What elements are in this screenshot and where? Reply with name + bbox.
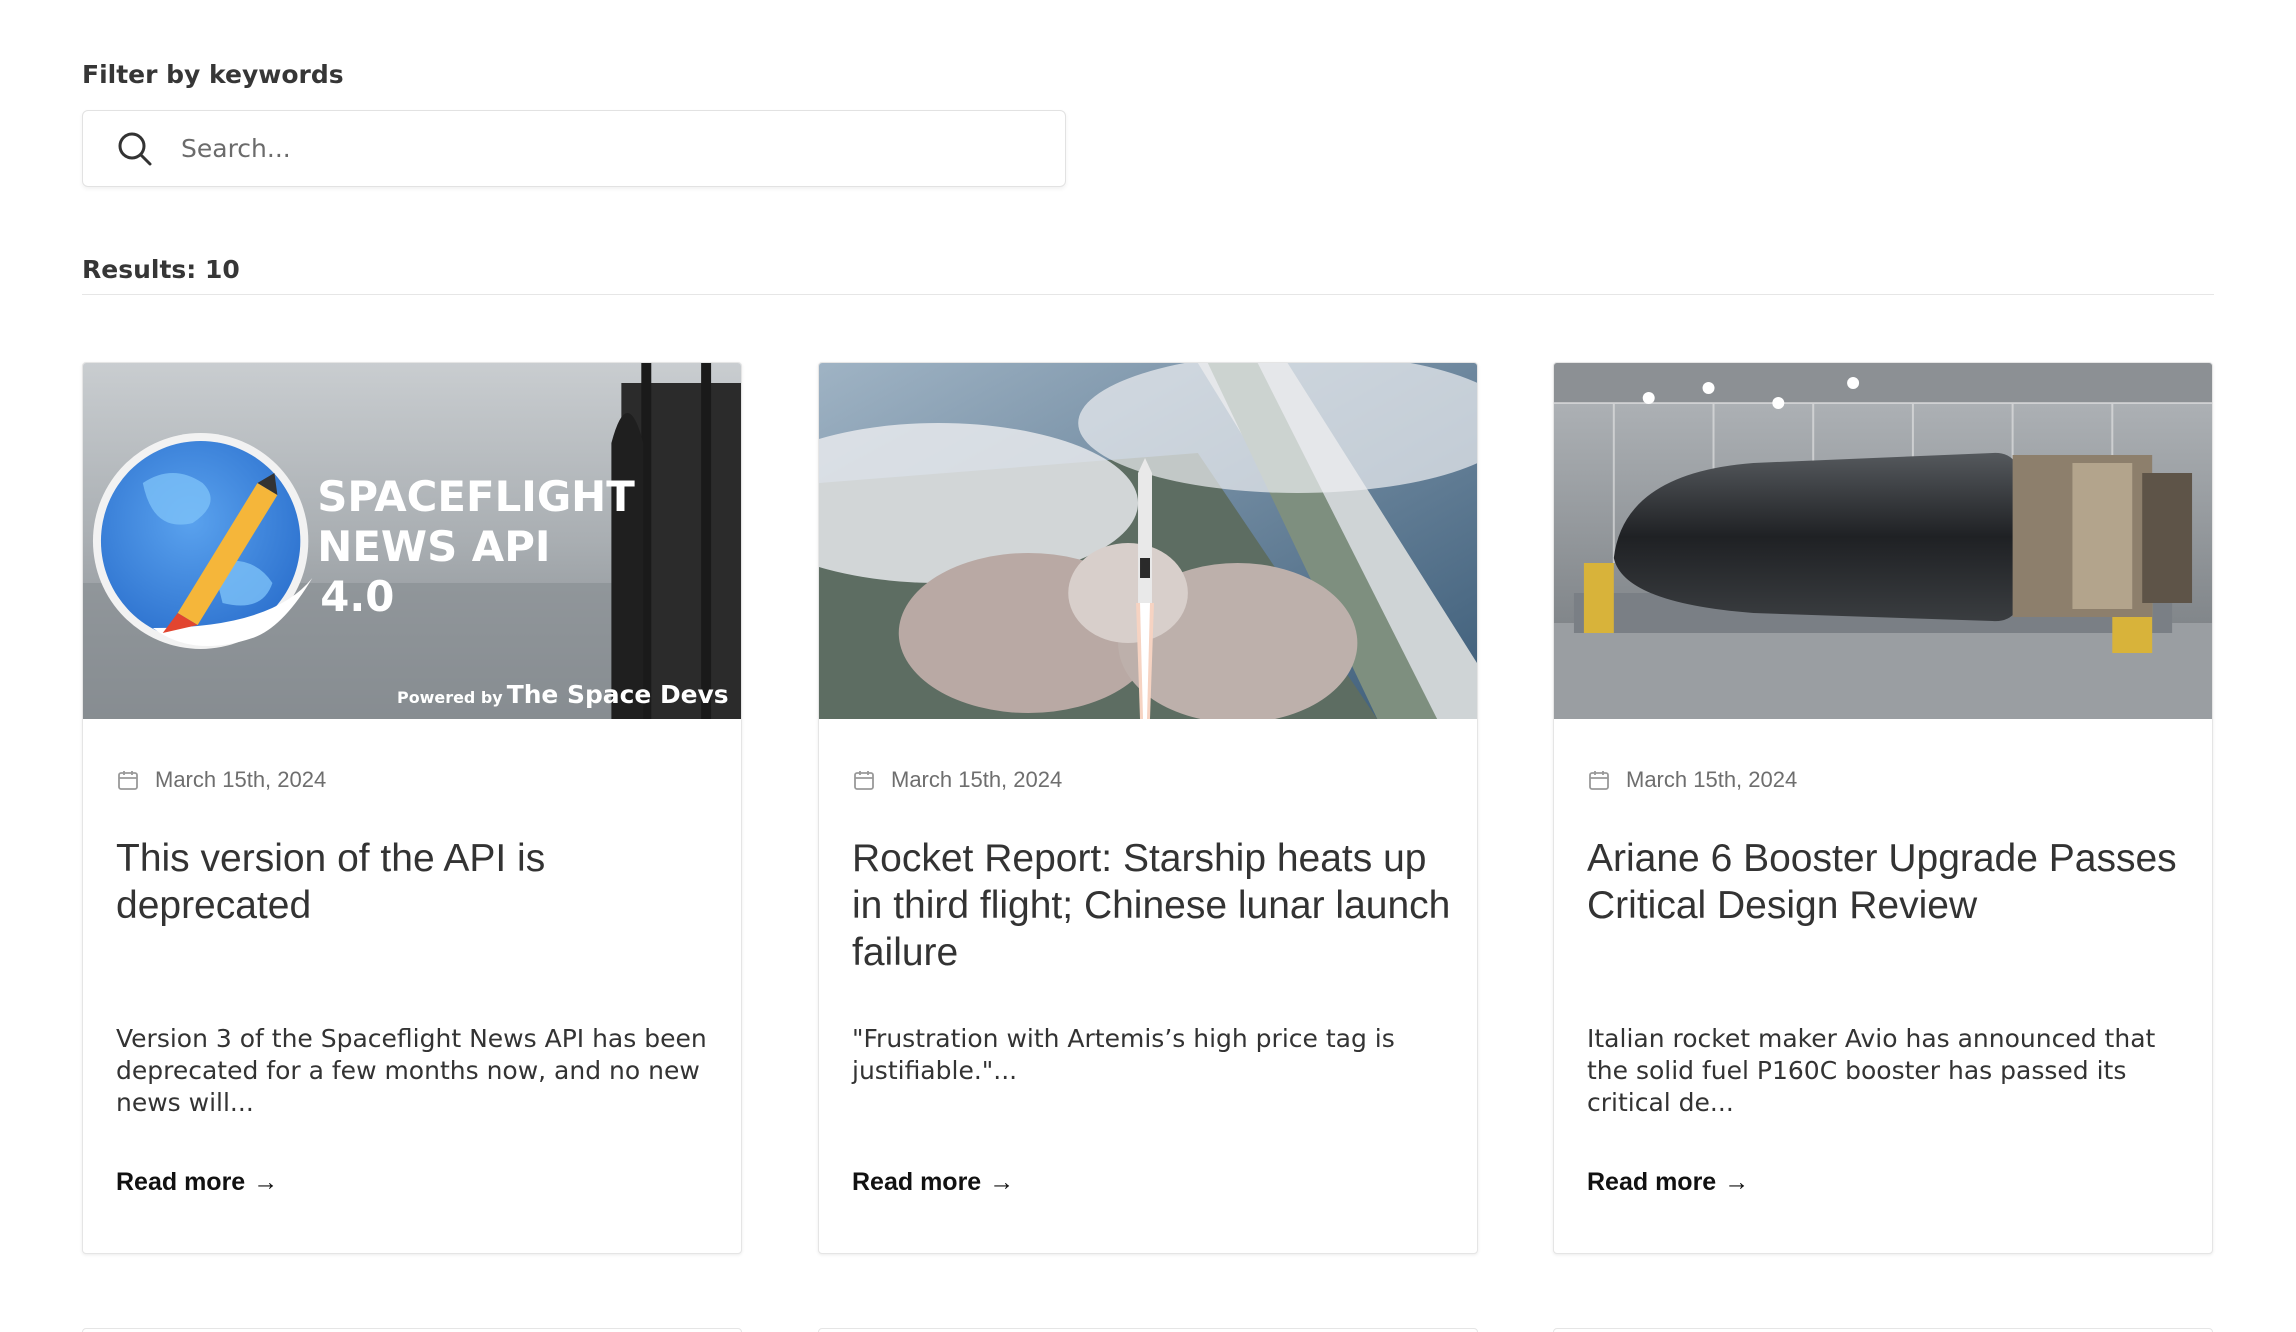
article-title[interactable]: Ariane 6 Booster Upgrade Passes Critical… [1587,835,2187,929]
search-icon [118,132,152,165]
read-more-label: Read more [116,1168,246,1196]
article-image[interactable]: SPACEFLIGHT NEWS API 4.0 Powered by The … [83,363,741,719]
divider [82,294,2214,295]
calendar-icon [118,771,138,790]
arrow-right-icon: → [989,1168,1015,1196]
article-date-text: March 15th, 2024 [891,767,1063,792]
arrow-right-icon: → [253,1168,279,1196]
calendar-icon [854,771,874,790]
read-more-label: Read more [852,1168,982,1196]
article-date-text: March 15th, 2024 [1626,767,1798,792]
image-headline-line2: NEWS API [317,522,550,571]
article-summary: "Frustration with Artemis’s high price t… [852,1024,1395,1085]
arrow-right-icon: → [1724,1168,1750,1196]
article-date: March 15th, 2024 [853,767,1062,793]
read-more-link[interactable]: Read more → [852,1168,1014,1197]
image-headline-line3: 4.0 [320,572,394,621]
article-card[interactable] [818,1328,1478,1332]
article-image[interactable] [1554,363,2212,719]
read-more-link[interactable]: Read more → [1587,1168,1749,1197]
article-title[interactable]: Rocket Report: Starship heats up in thir… [852,835,1452,976]
article-card[interactable] [82,1328,742,1332]
article-date: March 15th, 2024 [1588,767,1797,793]
article-title[interactable]: This version of the API is deprecated [116,835,716,929]
filter-label: Filter by keywords [82,60,344,89]
page: Filter by keywords Results: 10 [0,0,2296,1332]
image-brand: The Space Devs [507,680,729,709]
search-box[interactable] [82,110,1066,187]
article-card[interactable]: March 15th, 2024 Ariane 6 Booster Upgrad… [1553,362,2213,1254]
search-input[interactable] [181,118,1031,179]
results-count: Results: 10 [82,255,240,284]
article-card[interactable]: March 15th, 2024 Rocket Report: Starship… [818,362,1478,1254]
image-powered-by: Powered by [397,688,503,707]
article-date: March 15th, 2024 [117,767,326,793]
calendar-icon [1589,771,1609,790]
article-summary: Version 3 of the Spaceflight News API ha… [116,1024,707,1117]
article-date-text: March 15th, 2024 [155,767,327,792]
image-headline-line1: SPACEFLIGHT [317,472,635,521]
article-card[interactable] [1553,1328,2213,1332]
article-summary: Italian rocket maker Avio has announced … [1587,1024,2156,1117]
read-more-link[interactable]: Read more → [116,1168,278,1197]
article-card[interactable]: SPACEFLIGHT NEWS API 4.0 Powered by The … [82,362,742,1254]
article-image[interactable] [819,363,1477,719]
read-more-label: Read more [1587,1168,1717,1196]
